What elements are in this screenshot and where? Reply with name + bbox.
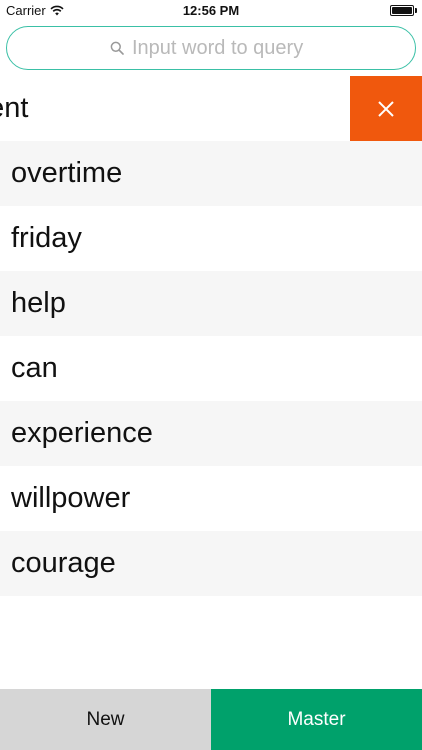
delete-button[interactable] (350, 76, 422, 141)
close-icon (378, 100, 394, 117)
tab-master[interactable]: Master (211, 689, 422, 750)
search-icon (110, 41, 124, 55)
tab-new[interactable]: New (0, 689, 211, 750)
status-bar: Carrier 12:56 PM (0, 0, 422, 22)
word-label: courage (11, 547, 116, 579)
list-item[interactable]: courage (0, 531, 422, 596)
word-label: willpower (11, 482, 131, 514)
list-item[interactable]: overtime (0, 141, 422, 206)
search-bar[interactable] (6, 26, 416, 70)
list-item-swiped[interactable]: nent (0, 76, 422, 141)
word-label: friday (11, 222, 82, 254)
bottom-tab-bar: New Master (0, 689, 422, 750)
word-label: overtime (11, 157, 123, 189)
battery-tip (415, 8, 417, 13)
list-item[interactable]: help (0, 271, 422, 336)
status-time: 12:56 PM (182, 3, 240, 18)
search-input[interactable] (132, 36, 312, 60)
battery-icon (390, 5, 414, 16)
list-item[interactable]: friday (0, 206, 422, 271)
word-label: nent (0, 92, 29, 124)
list-item[interactable]: experience (0, 401, 422, 466)
list-item[interactable]: willpower (0, 466, 422, 531)
word-label: experience (11, 417, 153, 449)
word-label: can (11, 352, 58, 384)
word-label: help (11, 287, 66, 319)
list-item[interactable]: can (0, 336, 422, 401)
word-list: nent overtime friday help can experience… (0, 76, 422, 596)
